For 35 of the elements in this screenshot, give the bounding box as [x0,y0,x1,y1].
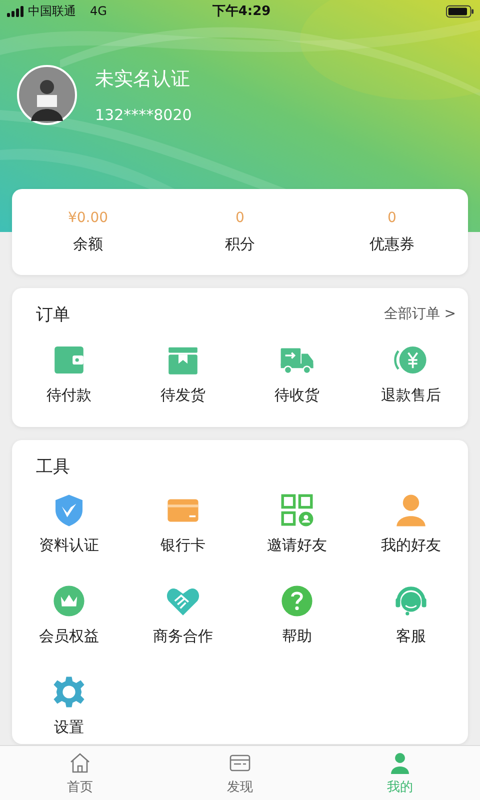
question-icon[interactable] [279,583,315,619]
order-label[interactable]: 退款售后 [381,386,441,405]
tab-item[interactable]: 首页 [0,746,160,800]
tool-label[interactable]: 邀请好友 [267,536,327,555]
tool-label[interactable]: 客服 [396,627,426,646]
avatar[interactable] [17,65,77,125]
gear-icon[interactable] [51,674,87,710]
section-title: 工具 [36,456,70,478]
tool-label[interactable]: 我的好友 [381,536,441,555]
order-label[interactable]: 待付款 [46,386,92,405]
carrier-name: 中国联通 [28,2,76,20]
tool-label[interactable]: 资料认证 [39,536,99,555]
order-label[interactable]: 待发货 [160,386,206,405]
status-time: 下午4:29 [212,3,271,20]
tool-label[interactable]: 设置 [54,718,84,737]
tool-label[interactable]: 帮助 [282,627,312,646]
all-orders-link[interactable]: 全部订单 > [384,305,456,323]
stat-label[interactable]: 优惠券 [370,235,414,254]
home-icon [68,750,92,774]
section-title: 订单 [36,304,70,326]
tool-label[interactable]: 会员权益 [39,627,99,646]
tab-item[interactable]: 发现 [160,746,320,800]
phone-number: 132****8020 [95,106,192,124]
network-type: 4G [90,4,107,18]
qr-code-icon[interactable] [279,492,315,528]
stat-label[interactable]: 积分 [225,235,255,254]
signal-icon [7,6,24,16]
crown-icon[interactable] [51,583,87,619]
battery-icon [446,4,474,18]
tool-label[interactable]: 银行卡 [160,536,206,555]
tool-label[interactable]: 商务合作 [153,627,213,646]
person-icon [388,750,412,774]
order-label[interactable]: 待收货 [274,386,320,405]
user-name: 未实名认证 [95,67,191,92]
stat-label[interactable]: 余额 [73,235,103,254]
